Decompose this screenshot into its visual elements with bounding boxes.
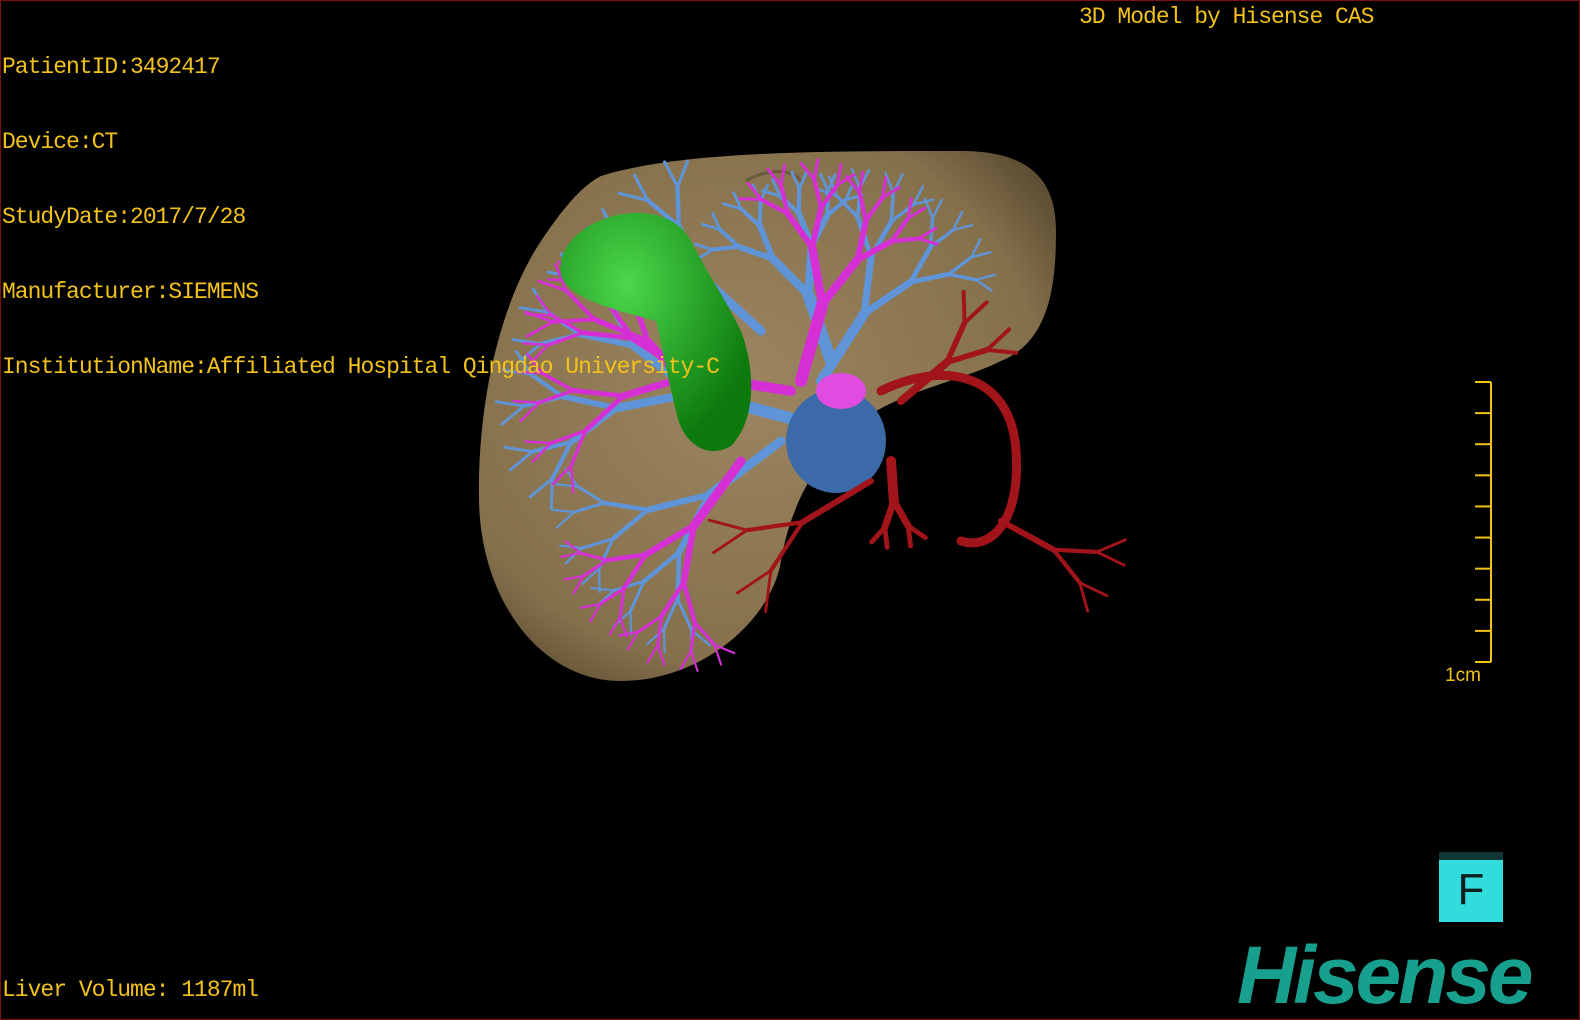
vessel-segment [524,440,553,445]
device: Device:CT [2,129,118,155]
vessel-segment [796,186,802,216]
vessel-segment [889,236,921,244]
vessel-segment [738,197,763,202]
institution-name: InstitutionName:Affiliated Hospital Qing… [2,354,720,380]
study-info: PatientID:3492417 Device:CT StudyDate:20… [2,5,720,430]
scale-bar [1475,381,1492,663]
vessel-segment [961,289,967,325]
vessel-segment [1095,550,1126,567]
vessel-segment [889,190,895,224]
vessel-segment [825,188,830,218]
vessel-segment [886,456,899,506]
vessel-segment [757,199,763,229]
vessel-segment [905,523,914,549]
vessel-segment [881,497,898,531]
model-brand-text: 3D Model by Hisense CAS [1079,4,1374,30]
liver-volume: Liver Volume: 1187ml [2,977,259,1003]
scale-bar-label: 1cm [1445,665,1481,686]
vessel-segment [1095,538,1127,554]
patient-id: PatientID:3492417 [2,54,221,80]
orientation-cube-button[interactable]: F [1439,852,1503,922]
hisense-logo: Hisense [1237,930,1534,1020]
portal-confluence [816,373,866,409]
vessel-segment [549,477,554,510]
manufacturer: Manufacturer:SIEMENS [2,279,259,305]
vessel-segment [1051,547,1099,555]
vessel-segment [869,524,888,545]
vessel-segment [998,518,1057,553]
study-date: StudyDate:2017/7/28 [2,204,246,230]
vessel-segment [1051,547,1082,585]
3d-viewport[interactable]: PatientID:3492417 Device:CT StudyDate:20… [0,0,1580,1020]
